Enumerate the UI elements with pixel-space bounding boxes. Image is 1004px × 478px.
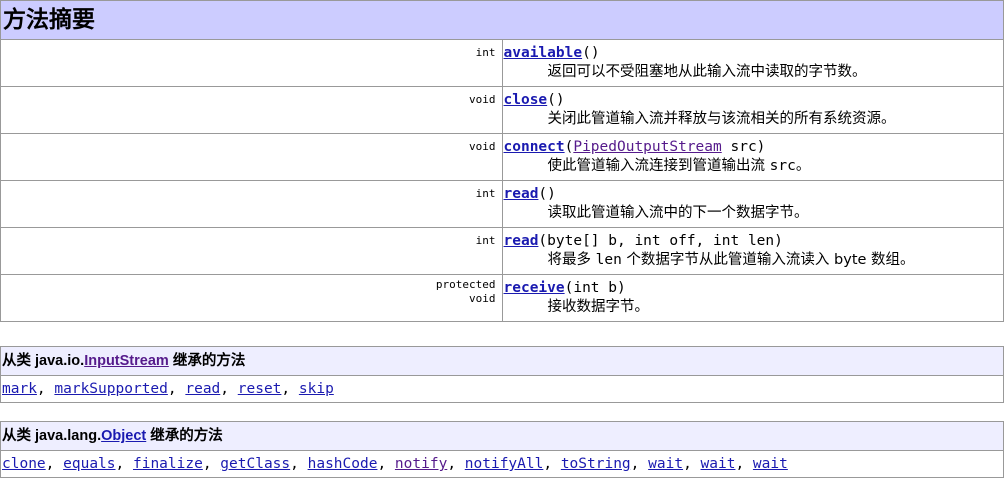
- class-link-inputstream[interactable]: InputStream: [84, 353, 169, 369]
- method-signature: receive(int b): [504, 279, 1004, 297]
- method-summary-title: 方法摘要: [3, 6, 95, 32]
- inherited-prefix: 从类 java.io.: [2, 353, 85, 369]
- class-link-object[interactable]: Object: [101, 428, 146, 444]
- table-row: int read(byte[] b, int off, int len) 将最多…: [0, 227, 1004, 275]
- method-cell: read(byte[] b, int off, int len) 将最多 len…: [501, 227, 1004, 275]
- params: int b): [573, 280, 626, 296]
- method-modifier: int: [0, 227, 503, 275]
- inherited-suffix: 继承的方法: [146, 428, 223, 444]
- description-text: 。: [795, 158, 811, 174]
- params-open: (: [538, 233, 548, 249]
- list-separator: ,: [543, 456, 561, 472]
- table-row: int read() 读取此管道输入流中的下一个数据字节。: [0, 180, 1004, 228]
- inherited-method-link-reset[interactable]: reset: [238, 381, 282, 397]
- params: ): [555, 92, 565, 108]
- method-cell: receive(int b) 接收数据字节。: [501, 274, 1004, 322]
- method-link-connect[interactable]: connect: [504, 139, 565, 155]
- inherited-method-link-marksupported[interactable]: markSupported: [54, 381, 168, 397]
- method-link-available[interactable]: available: [504, 45, 583, 61]
- inherited-method-link-wait[interactable]: wait: [648, 456, 683, 472]
- inherited-method-link-equals[interactable]: equals: [63, 456, 115, 472]
- params-open: (: [538, 186, 548, 202]
- list-separator: ,: [377, 456, 395, 472]
- method-cell: connect(PipedOutputStream src) 使此管道输入流连接…: [501, 133, 1004, 181]
- table-row: protected void receive(int b) 接收数据字节。: [0, 274, 1004, 322]
- list-separator: ,: [202, 456, 221, 472]
- inherited-header: 从类 java.io.InputStream 继承的方法: [0, 346, 1004, 376]
- method-cell: available() 返回可以不受阻塞地从此输入流中读取的字节数。: [501, 39, 1004, 87]
- inherited-suffix: 继承的方法: [168, 353, 246, 369]
- method-summary-table: 方法摘要 int available() 返回可以不受阻塞地从此输入流中读取的字…: [0, 0, 1004, 322]
- inherited-methods-inputstream: 从类 java.io.InputStream 继承的方法 mark, markS…: [0, 346, 1004, 403]
- method-description: 将最多 len 个数据字节从此管道输入流读入 byte 数组。: [504, 250, 1004, 270]
- inherited-method-list: mark, markSupported, read, reset, skip: [0, 375, 1004, 403]
- method-link-read[interactable]: read: [504, 186, 539, 202]
- params: ): [590, 45, 600, 61]
- inherited-method-link-getclass[interactable]: getClass: [220, 456, 290, 472]
- method-description: 关闭此管道输入流并释放与该流相关的所有系统资源。: [547, 111, 896, 127]
- method-link-close[interactable]: close: [504, 92, 548, 108]
- method-description: 读取此管道输入流中的下一个数据字节。: [547, 205, 809, 221]
- param-type-link-pipedoutputstream[interactable]: PipedOutputStream: [573, 139, 721, 155]
- list-separator: ,: [630, 456, 649, 472]
- method-signature: available(): [504, 44, 1004, 62]
- list-separator: ,: [115, 456, 133, 472]
- table-row: int available() 返回可以不受阻塞地从此输入流中读取的字节数。: [0, 39, 1004, 87]
- list-separator: ,: [167, 381, 186, 397]
- method-link-read-array[interactable]: read: [504, 233, 539, 249]
- params-open: (: [582, 45, 591, 61]
- inherited-method-link-hashcode[interactable]: hashCode: [308, 456, 378, 472]
- method-signature: connect(PipedOutputStream src): [504, 138, 1004, 156]
- description-text: 将最多: [547, 252, 596, 268]
- inherited-method-link-tostring[interactable]: toString: [561, 456, 631, 472]
- inherited-header: 从类 java.lang.Object 继承的方法: [0, 421, 1004, 451]
- list-separator: ,: [735, 456, 753, 472]
- inherited-method-link-notify[interactable]: notify: [395, 456, 447, 472]
- inherited-prefix: 从类 java.lang.: [2, 428, 102, 444]
- params: ): [547, 186, 556, 202]
- description-text: 使此管道输入流连接到管道输出流: [547, 158, 770, 174]
- inherited-method-link-clone[interactable]: clone: [2, 456, 46, 472]
- method-link-receive[interactable]: receive: [504, 280, 565, 296]
- method-signature: read(): [504, 185, 1004, 203]
- inherited-method-link-wait[interactable]: wait: [701, 456, 736, 472]
- list-separator: ,: [36, 381, 55, 397]
- list-separator: ,: [683, 456, 701, 472]
- method-modifier: int: [0, 39, 503, 87]
- params: src): [721, 139, 766, 155]
- inherited-method-link-notifyall[interactable]: notifyAll: [465, 456, 544, 472]
- params: byte[] b, int off, int len): [547, 233, 783, 249]
- method-summary-header: 方法摘要: [0, 0, 1004, 40]
- method-modifier: void: [0, 86, 503, 134]
- inherited-method-link-wait[interactable]: wait: [753, 456, 788, 472]
- method-cell: close() 关闭此管道输入流并释放与该流相关的所有系统资源。: [501, 86, 1004, 134]
- method-cell: read() 读取此管道输入流中的下一个数据字节。: [501, 180, 1004, 228]
- method-modifier: int: [0, 180, 503, 228]
- method-signature: close(): [504, 91, 1004, 109]
- method-description: 使此管道输入流连接到管道输出流 src。: [504, 156, 1004, 176]
- description-code: src: [769, 158, 796, 174]
- list-separator: ,: [45, 456, 64, 472]
- inherited-method-list: clone, equals, finalize, getClass, hashC…: [0, 450, 1004, 478]
- table-row: void connect(PipedOutputStream src) 使此管道…: [0, 133, 1004, 181]
- list-separator: ,: [447, 456, 465, 472]
- description-code: len: [595, 252, 622, 268]
- inherited-methods-object: 从类 java.lang.Object 继承的方法 clone, equals,…: [0, 421, 1004, 478]
- method-modifier: protected void: [0, 274, 503, 322]
- inherited-method-link-mark[interactable]: mark: [2, 381, 37, 397]
- method-modifier: void: [0, 133, 503, 181]
- inherited-method-link-skip[interactable]: skip: [299, 381, 334, 397]
- description-text: 个数据字节从此管道输入流读入 byte 数组。: [621, 252, 915, 268]
- method-signature: read(byte[] b, int off, int len): [504, 232, 1004, 250]
- table-row: void close() 关闭此管道输入流并释放与该流相关的所有系统资源。: [0, 86, 1004, 134]
- inherited-method-link-read[interactable]: read: [185, 381, 220, 397]
- method-description: 接收数据字节。: [547, 299, 650, 315]
- inherited-method-link-finalize[interactable]: finalize: [133, 456, 203, 472]
- method-description: 返回可以不受阻塞地从此输入流中读取的字节数。: [547, 64, 867, 80]
- list-separator: ,: [290, 456, 308, 472]
- list-separator: ,: [281, 381, 299, 397]
- list-separator: ,: [220, 381, 238, 397]
- params-open: (: [547, 92, 556, 108]
